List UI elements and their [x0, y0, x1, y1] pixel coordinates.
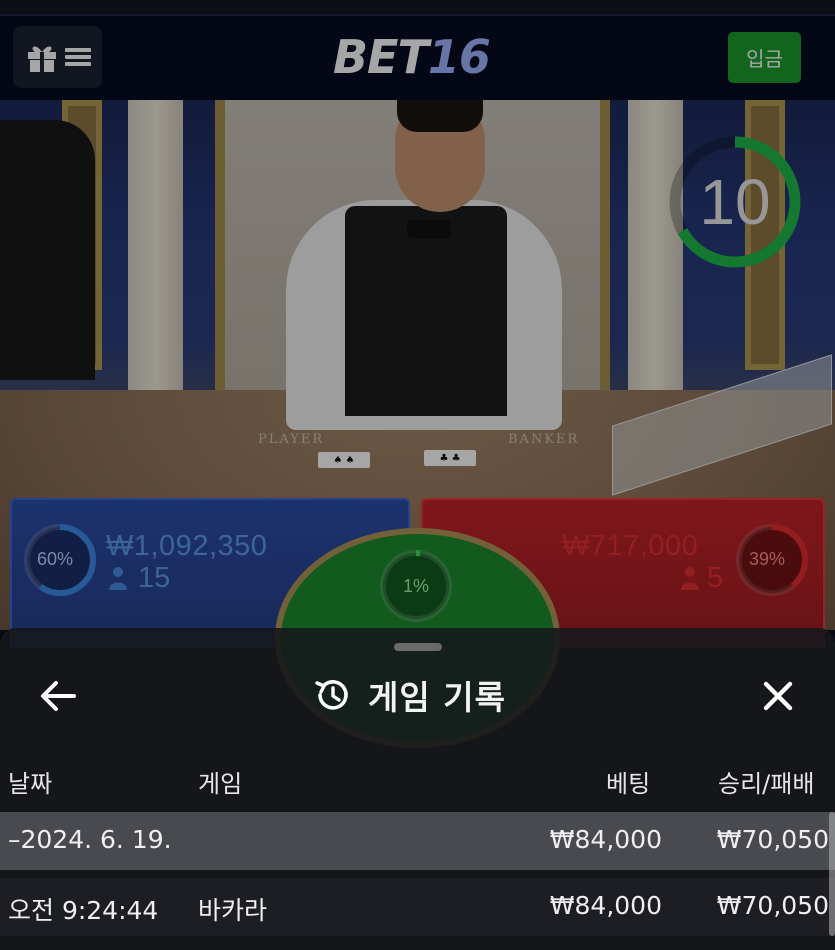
top-header: BET16 입금	[0, 14, 835, 100]
croupier-assistant	[0, 120, 95, 380]
date-group-row[interactable]: –2024. 6. 19. ₩84,000 ₩70,050	[0, 812, 835, 870]
dealer-hair	[397, 100, 483, 132]
dealer-bowtie	[407, 220, 451, 238]
playing-card: ♠ ♠	[318, 452, 370, 468]
table-row[interactable]: 오전 9:24:44 바카라 ₩84,000 ₩70,050	[0, 878, 835, 936]
felt-player-label: PLAYER	[258, 432, 325, 447]
playing-card: ♣ ♣	[424, 450, 476, 466]
player-bettor-count: 15	[138, 562, 171, 594]
row-time: 오전 9:24:44	[8, 896, 159, 925]
deposit-button[interactable]: 입금	[728, 32, 801, 83]
player-percent: 60%	[37, 549, 74, 569]
banker-percent: 39%	[749, 549, 786, 569]
banker-bet-amount: ₩717,000	[562, 530, 699, 562]
row-result: ₩70,050	[716, 891, 829, 920]
banker-users-icon	[681, 567, 699, 590]
date-bet-total: ₩84,000	[549, 825, 662, 854]
banker-bettor-count: 5	[707, 562, 724, 594]
date-group-label: –2024. 6. 19.	[8, 825, 172, 854]
column-header-result: 승리/패배	[718, 770, 815, 798]
scrollbar[interactable]	[829, 812, 835, 936]
history-icon	[315, 680, 348, 710]
countdown-number: 10	[699, 166, 771, 238]
column-header-date: 날짜	[8, 770, 53, 798]
gift-icon	[27, 46, 56, 72]
sheet-title-text: 게임 기록	[368, 678, 506, 717]
bet16-logo[interactable]: BET16	[333, 30, 491, 84]
gift-menu-button[interactable]	[13, 26, 102, 88]
tie-percent: 1%	[403, 576, 430, 596]
status-strip	[0, 0, 835, 14]
player-bet-amount: ₩1,092,350	[106, 530, 268, 562]
arrow-left-icon	[41, 681, 76, 711]
game-history-sheet: 게임 기록 날짜 게임 베팅 승리/패배 –2024. 6. 19. ₩84,0…	[0, 628, 835, 950]
felt-banker-label: BANKER	[508, 432, 580, 447]
row-game: 바카라	[198, 896, 268, 925]
column-header-game: 게임	[198, 770, 243, 798]
hamburger-icon	[64, 48, 91, 66]
close-icon	[763, 681, 793, 711]
logo-text: BET	[333, 30, 429, 84]
row-bet: ₩84,000	[549, 891, 662, 920]
player-users-icon	[109, 567, 127, 590]
sheet-title: 게임 기록	[312, 670, 506, 720]
back-button[interactable]	[34, 672, 82, 720]
close-button[interactable]	[754, 672, 802, 720]
column-header-bet: 베팅	[606, 770, 651, 798]
sheet-drag-handle[interactable]	[394, 643, 442, 651]
pillar-left	[128, 100, 183, 420]
logo-number: 16	[427, 30, 491, 84]
date-result-total: ₩70,050	[716, 825, 829, 854]
